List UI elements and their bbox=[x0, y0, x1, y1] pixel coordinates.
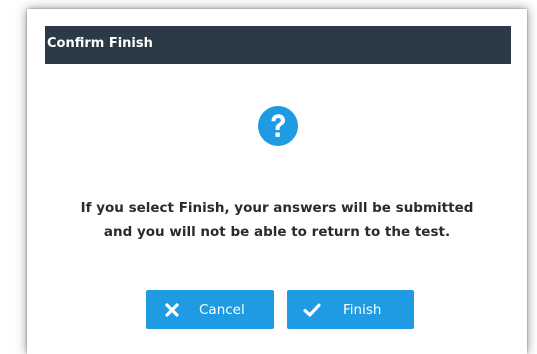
confirm-message-line-2: and you will not be able to return to th… bbox=[103, 224, 451, 240]
finish-button[interactable]: Finish bbox=[287, 290, 414, 329]
question-circle-icon bbox=[257, 105, 299, 147]
checkmark-icon bbox=[303, 301, 321, 319]
dialog-title: Confirm Finish bbox=[47, 36, 153, 51]
close-x-icon bbox=[163, 301, 181, 319]
confirm-message-line-1: If you select Finish, your answers will … bbox=[80, 200, 474, 216]
cancel-button[interactable]: Cancel bbox=[146, 290, 274, 329]
confirm-message: If you select Finish, your answers will … bbox=[67, 196, 487, 244]
confirm-finish-dialog: Confirm Finish If you select Finish, you… bbox=[27, 9, 527, 354]
finish-button-label: Finish bbox=[343, 301, 382, 318]
cancel-button-label: Cancel bbox=[199, 301, 245, 318]
dialog-header: Confirm Finish bbox=[45, 26, 511, 64]
